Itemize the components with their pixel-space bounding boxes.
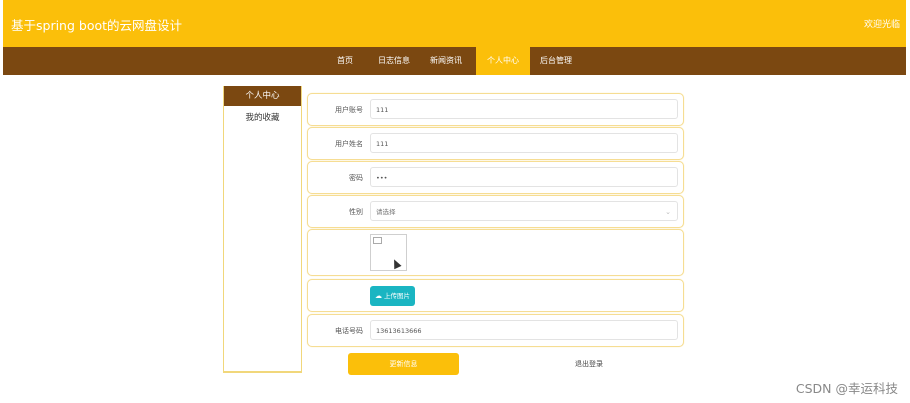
app-frame: 基于spring boot的云网盘设计 欢迎光临 首页 日志信息 新闻资讯 个人… <box>3 0 906 403</box>
gender-select-placeholder: 请选择 <box>376 208 396 216</box>
watermark-text: CSDN @幸运科技 <box>795 381 898 396</box>
upload-image-label: 上传图片 <box>384 292 410 300</box>
logout-button[interactable]: 退出登录 <box>563 353 615 375</box>
nav-item-home[interactable]: 首页 <box>326 47 364 75</box>
phone-label: 电话号码 <box>335 327 363 335</box>
phone-input[interactable]: 13613613666 <box>370 320 678 340</box>
avatar-image[interactable] <box>370 234 407 271</box>
password-input[interactable]: ••• <box>370 167 678 187</box>
phone-row: 电话号码 13613613666 <box>307 314 684 347</box>
nav-item-news[interactable]: 新闻资讯 <box>423 47 469 75</box>
nav-item-profile[interactable]: 个人中心 <box>476 47 530 75</box>
cloud-upload-icon: ☁ <box>375 292 382 300</box>
account-label: 用户账号 <box>335 106 363 114</box>
gender-row: 性别 请选择 ⌄ <box>307 195 684 228</box>
upload-image-button[interactable]: ☁ 上传图片 <box>370 286 415 306</box>
update-info-button[interactable]: 更新信息 <box>348 353 459 375</box>
account-input[interactable]: 111 <box>370 99 678 119</box>
welcome-text: 欢迎光临 <box>863 20 900 30</box>
broken-image-icon <box>373 237 382 244</box>
main-nav: 首页 日志信息 新闻资讯 个人中心 后台管理 <box>3 47 906 75</box>
upload-row: ☁ 上传图片 <box>307 279 684 312</box>
sidebar-item-profile[interactable]: 个人中心 <box>224 86 301 106</box>
mouse-cursor-icon <box>390 257 402 270</box>
password-label: 密码 <box>349 174 363 182</box>
gender-label: 性别 <box>349 208 363 216</box>
account-row: 用户账号 111 <box>307 93 684 126</box>
chevron-down-icon: ⌄ <box>665 208 671 216</box>
name-input[interactable]: 111 <box>370 133 678 153</box>
nav-item-admin[interactable]: 后台管理 <box>533 47 579 75</box>
avatar-row <box>307 229 684 276</box>
gender-select[interactable]: 请选择 ⌄ <box>370 201 678 221</box>
name-label: 用户姓名 <box>335 140 363 148</box>
name-row: 用户姓名 111 <box>307 127 684 160</box>
nav-item-logs[interactable]: 日志信息 <box>371 47 417 75</box>
sidebar-item-favorites[interactable]: 我的收藏 <box>224 108 301 128</box>
site-title: 基于spring boot的云网盘设计 <box>11 18 183 33</box>
sidebar: 个人中心 我的收藏 <box>223 86 302 373</box>
password-row: 密码 ••• <box>307 161 684 194</box>
header-bar: 基于spring boot的云网盘设计 欢迎光临 <box>3 0 906 47</box>
